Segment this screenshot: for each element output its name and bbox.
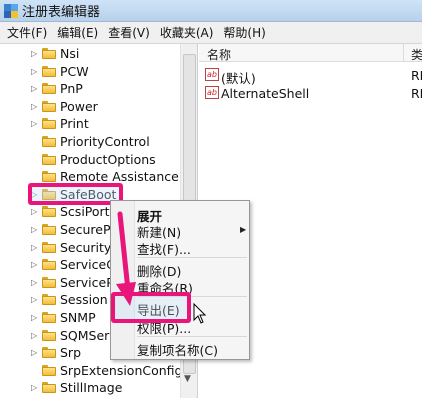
safeboot-highlight-box (28, 183, 123, 205)
menu-separator (137, 336, 247, 337)
string-value-icon: ab (205, 86, 219, 99)
folder-icon (42, 364, 56, 376)
tree-item-label: SQMServ (60, 327, 117, 343)
menu-item-find[interactable]: 查找(F)... (137, 239, 191, 258)
folder-icon (42, 259, 56, 271)
tree-item-label: PnP (60, 81, 83, 97)
expand-arrow-icon[interactable]: ▷ (31, 331, 39, 341)
tree-item[interactable]: ▷ Print (0, 115, 180, 133)
tree-item[interactable]: PriorityControl (0, 133, 180, 151)
tree-item-label: Print (60, 116, 89, 132)
expand-arrow-icon[interactable]: ▷ (31, 207, 39, 217)
annotation-arrow-icon (116, 211, 136, 306)
expand-arrow-icon[interactable]: ▷ (31, 84, 39, 94)
expand-arrow-icon[interactable]: ▷ (31, 295, 39, 305)
menu-bar: 文件(F) 编辑(E) 查看(V) 收藏夹(A) 帮助(H) (0, 22, 422, 44)
folder-icon (42, 382, 56, 394)
tree-item[interactable]: SrpExtensionConfig (0, 362, 183, 380)
value-type: RE (411, 86, 422, 101)
submenu-arrow-icon: ▶ (240, 225, 247, 234)
folder-icon (42, 241, 56, 253)
folder-icon (42, 312, 56, 323)
column-type-header[interactable]: 类 (411, 46, 422, 63)
title-bar: 注册表编辑器 (0, 0, 422, 22)
folder-icon (42, 83, 56, 95)
tree-item[interactable]: ▷ StillImage (0, 379, 180, 397)
folder-icon (42, 347, 56, 359)
folder-icon (42, 294, 56, 306)
menu-view[interactable]: 查看(V) (103, 24, 155, 41)
menu-item-copy-key-name[interactable]: 复制项名称(C) (137, 340, 218, 359)
expand-arrow-icon[interactable]: ▷ (31, 383, 39, 393)
menu-separator (137, 257, 247, 258)
registry-editor-icon (4, 3, 18, 18)
tree-item-label: SNMP (60, 310, 96, 325)
list-header: 名称 类 (199, 44, 422, 62)
folder-icon (42, 136, 56, 147)
folder-icon (42, 206, 56, 218)
tree-item[interactable]: ▷ Nsi (0, 45, 180, 63)
value-type: RE (411, 68, 422, 83)
tree-item[interactable]: ▷ Power (0, 98, 180, 116)
folder-icon (42, 224, 56, 235)
tree-item-label: StillImage (60, 380, 123, 396)
list-item[interactable]: ab AlternateShell RE (199, 84, 422, 102)
folder-icon (42, 48, 56, 59)
string-value-icon: ab (205, 68, 219, 81)
expand-arrow-icon[interactable]: ▷ (31, 243, 39, 253)
folder-icon (42, 118, 56, 130)
column-name-header[interactable]: 名称 (207, 46, 231, 63)
tree-item-label: Nsi (60, 46, 80, 61)
expand-arrow-icon[interactable]: ▷ (31, 67, 39, 77)
tree-item-label: ScsiPort (60, 204, 110, 220)
expand-arrow-icon[interactable]: ▷ (31, 278, 39, 288)
tree-item-label: ProductOptions (60, 151, 156, 167)
expand-arrow-icon[interactable]: ▷ (31, 49, 39, 59)
tree-item[interactable]: ▷ PnP (0, 80, 180, 98)
scroll-down-icon[interactable]: ▼ (184, 374, 191, 384)
folder-icon (42, 153, 56, 165)
folder-icon (42, 171, 56, 183)
tree-item-label: PCW (60, 63, 89, 79)
folder-icon (42, 329, 56, 341)
window-title: 注册表编辑器 (22, 5, 101, 20)
menu-file[interactable]: 文件(F) (2, 24, 52, 41)
tree-item-label: Srp (60, 345, 82, 361)
list-item[interactable]: ab (默认) RE (199, 66, 422, 86)
folder-icon (42, 65, 56, 77)
tree-item-label: SrpExtensionConfig (60, 362, 183, 378)
expand-arrow-icon[interactable]: ▷ (31, 260, 39, 270)
column-divider[interactable] (403, 44, 404, 62)
tree-item[interactable]: ProductOptions (0, 151, 180, 169)
expand-arrow-icon[interactable]: ▷ (31, 225, 39, 235)
expand-arrow-icon[interactable]: ▷ (31, 119, 39, 129)
tree-item-label: Power (60, 98, 98, 114)
tree-item-label: PriorityControl (60, 134, 150, 149)
expand-arrow-icon[interactable]: ▷ (31, 348, 39, 358)
tree-item[interactable]: ▷ PCW (0, 63, 180, 81)
expand-arrow-icon[interactable]: ▷ (31, 102, 39, 112)
mouse-cursor-icon (193, 303, 207, 324)
menu-edit[interactable]: 编辑(E) (52, 24, 103, 41)
tree-item-label: Remote Assistance (60, 169, 179, 185)
folder-icon (42, 276, 56, 288)
folder-icon (42, 100, 56, 112)
expand-arrow-icon[interactable]: ▷ (31, 313, 39, 323)
menu-help[interactable]: 帮助(H) (218, 24, 270, 41)
menu-favorites[interactable]: 收藏夹(A) (155, 24, 219, 41)
value-name: AlternateShell (221, 86, 310, 101)
